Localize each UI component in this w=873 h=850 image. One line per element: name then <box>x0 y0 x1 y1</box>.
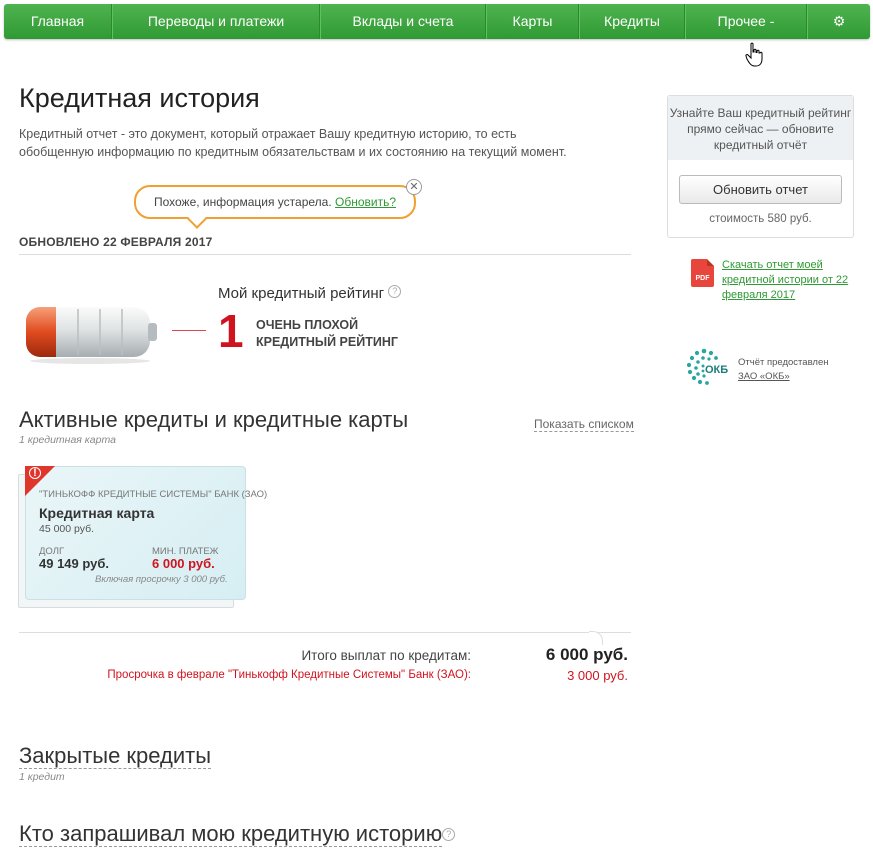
refresh-link[interactable]: Обновить? <box>335 195 396 209</box>
hand-cursor-icon <box>745 42 763 67</box>
total-value: 6 000 руб. <box>545 645 628 664</box>
page-title: Кредитная история <box>19 83 260 113</box>
closed-credits-title-text[interactable]: Закрытые кредиты <box>19 743 212 769</box>
close-icon[interactable]: ✕ <box>406 179 422 195</box>
requests-title[interactable]: Кто запрашивал мою кредитную историю? <box>19 821 456 847</box>
nav-item-home[interactable]: Главная <box>4 4 112 39</box>
total-label: Итого выплат по кредитам: <box>301 648 471 663</box>
divider-notch <box>589 631 603 645</box>
page-intro: Кредитный отчет - это документ, который … <box>19 127 567 159</box>
closed-credits-title[interactable]: Закрытые кредиты <box>19 743 212 769</box>
debt-value: 49 149 руб. <box>39 556 110 571</box>
warning-icon: ! <box>29 467 41 479</box>
active-credits-title: Активные кредиты и кредитные карты <box>19 407 409 432</box>
overdue-value: 3 000 руб. <box>567 668 628 683</box>
active-credits-subtitle: 1 кредитная карта <box>19 434 116 446</box>
closed-credits-subtitle: 1 кредит <box>19 771 65 783</box>
update-report-button[interactable]: Обновить отчет <box>679 175 842 204</box>
notice-tail <box>187 209 207 229</box>
rating-title-text: Мой кредитный рейтинг <box>218 285 385 302</box>
notice-text: Похоже, информация устарела. <box>153 195 332 209</box>
battery-rating-icon <box>26 307 157 364</box>
rating-description: ОЧЕНЬ ПЛОХОЙ КРЕДИТНЫЙ РЕЙТИНГ <box>256 318 398 349</box>
update-report-box: Узнайте Ваш кредитный рейтинг прямо сейч… <box>667 95 854 238</box>
nav-item-cards[interactable]: Карты <box>486 4 579 39</box>
nav-item-credits[interactable]: Кредиты <box>579 4 685 39</box>
okb-link[interactable]: ЗАО «ОКБ» <box>738 370 828 384</box>
divider <box>19 631 631 645</box>
help-icon[interactable]: ? <box>442 828 456 841</box>
card-name: Кредитная карта <box>39 505 155 521</box>
okb-credit: Отчёт предоставлен ЗАО «ОКБ» <box>738 356 828 384</box>
min-payment-value: 6 000 руб. <box>152 556 215 571</box>
show-list-link[interactable]: Показать списком <box>534 417 634 432</box>
card-limit: 45 000 руб. <box>39 523 95 535</box>
nav-item-deposits[interactable]: Вклады и счета <box>320 4 486 39</box>
okb-caption: Отчёт предоставлен <box>738 357 829 368</box>
overdue-label: Просрочка в феврале "Тинькофф Кредитные … <box>107 669 471 681</box>
card-bank: "ТИНЬКОФФ КРЕДИТНЫЕ СИСТЕМЫ" БАНК (ЗАО) <box>39 489 268 500</box>
rating-value: 1 <box>218 305 244 357</box>
download-report-link[interactable]: Скачать отчет моей кредитной истории от … <box>722 258 852 303</box>
rating-connector <box>172 330 206 331</box>
outdated-notice: Похоже, информация устарела. Обновить? ✕ <box>134 179 422 229</box>
rating-title: Мой кредитный рейтинг ? <box>218 285 402 302</box>
divider <box>19 254 631 255</box>
okb-logo-text: ОКБ <box>705 364 728 376</box>
overdue-note: Включая просрочку 3 000 руб. <box>95 574 228 585</box>
help-icon[interactable]: ? <box>388 285 402 298</box>
gear-icon[interactable]: ⚙ <box>807 4 870 39</box>
requests-title-text[interactable]: Кто запрашивал мою кредитную историю <box>19 821 443 847</box>
promo-text: Узнайте Ваш кредитный рейтинг прямо сейч… <box>668 96 853 160</box>
main-nav: Главная Переводы и платежи Вклады и счет… <box>4 4 870 39</box>
updated-date: ОБНОВЛЕНО 22 ФЕВРАЛЯ 2017 <box>19 235 213 249</box>
nav-item-transfers[interactable]: Переводы и платежи <box>112 4 320 39</box>
pdf-icon[interactable]: PDF <box>691 259 714 287</box>
report-price: стоимость 580 руб. <box>709 213 812 225</box>
nav-item-other[interactable]: Прочее - <box>685 4 807 39</box>
okb-logo-icon: ОКБ <box>686 348 728 385</box>
